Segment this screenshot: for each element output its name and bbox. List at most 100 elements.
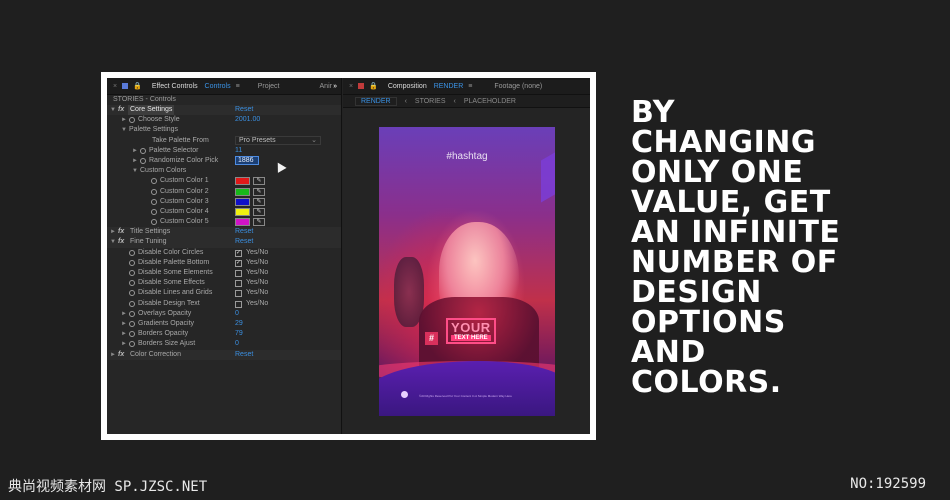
stopwatch-icon[interactable] [151, 178, 157, 185]
expand-arrow-icon[interactable]: ► [121, 339, 127, 349]
borders-opacity-value[interactable]: 79 [235, 329, 243, 339]
choose-style-row[interactable]: ► Choose Style 2001.00 [107, 115, 341, 125]
checkbox[interactable] [235, 290, 242, 298]
color-swatch[interactable] [235, 207, 250, 216]
gradients-opacity-row[interactable]: ► Gradients Opacity 29 [107, 319, 341, 329]
close-panel-icon[interactable]: × [349, 83, 353, 90]
checkbox-row[interactable]: Disable Palette Bottom ✓ Yes/No [107, 258, 341, 268]
palette-selector-row[interactable]: ► Palette Selector 11 [107, 146, 341, 156]
expand-arrow-icon[interactable]: ▼ [110, 237, 116, 247]
expand-arrow-icon[interactable]: ► [121, 309, 127, 319]
color-swatch[interactable] [235, 187, 250, 196]
palette-selector-value[interactable]: 11 [235, 146, 242, 156]
tab-footage[interactable]: Footage (none) [494, 83, 542, 90]
tab-animation[interactable]: Anir [320, 83, 332, 90]
title-settings-reset[interactable]: Reset [235, 227, 253, 237]
custom-color-row[interactable]: Custom Color 3 ✎ [107, 197, 341, 207]
borders-opacity-row[interactable]: ► Borders Opacity 79 [107, 329, 341, 339]
eyedropper-icon[interactable]: ✎ [253, 207, 265, 216]
expand-arrow-icon[interactable]: ▼ [121, 125, 127, 135]
lock-icon[interactable]: 🔒 [369, 82, 378, 90]
stopwatch-icon[interactable] [129, 270, 135, 276]
color-correction-row[interactable]: ► fx Color Correction Reset [107, 349, 341, 360]
gradients-opacity-value[interactable]: 29 [235, 319, 243, 329]
expand-arrow-icon[interactable]: ► [110, 350, 116, 360]
stopwatch-icon[interactable] [151, 198, 157, 205]
crumb-stories[interactable]: STORIES [415, 98, 446, 105]
custom-colors-row[interactable]: ▼ Custom Colors [107, 166, 341, 176]
choose-style-value[interactable]: 2001.00 [235, 115, 260, 125]
panel-menu-icon[interactable]: ≡ [468, 83, 472, 90]
tab-composition[interactable]: Composition RENDER [383, 83, 463, 90]
checkbox[interactable] [235, 270, 242, 277]
custom-color-row[interactable]: Custom Color 2 ✎ [107, 187, 341, 197]
color-correction-reset[interactable]: Reset [235, 350, 253, 360]
overlays-opacity-row[interactable]: ► Overlays Opacity 0 [107, 309, 341, 319]
stopwatch-icon[interactable] [151, 219, 157, 226]
title-settings-row[interactable]: ► fx Title Settings Reset [107, 227, 341, 238]
stopwatch-icon[interactable] [151, 208, 157, 215]
stopwatch-icon[interactable] [129, 249, 135, 256]
checkbox[interactable] [235, 300, 242, 308]
checkbox-row[interactable]: Disable Color Circles ✓ Yes/No [107, 248, 341, 258]
checkbox-row[interactable]: Disable Design Text Yes/No [107, 299, 341, 309]
eyedropper-icon[interactable]: ✎ [253, 197, 265, 206]
color-swatch[interactable] [235, 197, 250, 206]
expand-arrow-icon[interactable]: ► [110, 227, 116, 237]
randomize-color-row[interactable]: ► Randomize Color Pick 1886 [107, 155, 341, 166]
randomize-value-input[interactable]: 1886 [235, 155, 259, 165]
borders-size-value[interactable]: 0 [235, 339, 239, 349]
core-settings-row[interactable]: ▼ fx Core Settings Reset [107, 105, 341, 116]
composition-viewer[interactable]: #hashtag # YOUR TEXT HERE ©All Rights Re… [379, 127, 555, 416]
checkbox[interactable]: ✓ [235, 249, 242, 257]
crumb-placeholder[interactable]: PLACEHOLDER [464, 98, 516, 105]
stopwatch-icon[interactable] [140, 157, 146, 164]
checkbox[interactable] [235, 280, 242, 288]
expand-arrow-icon[interactable]: ► [132, 146, 138, 156]
overlays-opacity-value[interactable]: 0 [235, 309, 239, 319]
stopwatch-icon[interactable] [129, 290, 135, 297]
fx-icon[interactable]: fx [118, 227, 124, 237]
checkbox-row[interactable]: Disable Some Effects Yes/No [107, 278, 341, 288]
fx-icon[interactable]: fx [118, 237, 124, 247]
color-swatch[interactable] [235, 218, 250, 227]
color-swatch[interactable] [235, 177, 250, 186]
expand-arrow-icon[interactable]: ► [121, 115, 127, 125]
crumb-render[interactable]: RENDER [355, 96, 397, 106]
eyedropper-icon[interactable]: ✎ [253, 218, 265, 227]
expand-arrow-icon[interactable]: ▼ [110, 105, 116, 115]
stopwatch-icon[interactable] [129, 280, 135, 287]
stopwatch-icon[interactable] [129, 341, 135, 348]
fx-icon[interactable]: fx [118, 105, 124, 115]
panel-menu-icon[interactable]: ≡ [236, 83, 240, 90]
custom-color-row[interactable]: Custom Color 4 ✎ [107, 207, 341, 217]
stopwatch-icon[interactable] [129, 300, 135, 307]
core-settings-reset[interactable]: Reset [235, 105, 253, 115]
checkbox[interactable]: ✓ [235, 259, 242, 267]
stopwatch-icon[interactable] [129, 310, 135, 317]
custom-color-row[interactable]: Custom Color 1 ✎ [107, 176, 341, 186]
tab-effect-controls[interactable]: Effect Controls Controls [147, 83, 231, 90]
close-panel-icon[interactable]: × [113, 83, 117, 90]
stopwatch-icon[interactable] [129, 259, 135, 266]
take-palette-row[interactable]: Take Palette From Pro Presets ⌄ [107, 135, 341, 146]
tab-project[interactable]: Project [258, 83, 280, 90]
custom-color-row[interactable]: Custom Color 5 ✎ [107, 217, 341, 227]
borders-size-row[interactable]: ► Borders Size Ajust 0 [107, 339, 341, 349]
lock-icon[interactable]: 🔒 [133, 82, 142, 90]
expand-arrow-icon[interactable]: ► [121, 329, 127, 339]
fine-tuning-reset[interactable]: Reset [235, 237, 253, 247]
stopwatch-icon[interactable] [129, 320, 135, 327]
eyedropper-icon[interactable]: ✎ [253, 177, 265, 186]
stopwatch-icon[interactable] [129, 331, 135, 338]
take-palette-dropdown[interactable]: Pro Presets ⌄ [235, 135, 321, 145]
expand-arrow-icon[interactable]: ► [121, 319, 127, 329]
fine-tuning-row[interactable]: ▼ fx Fine Tuning Reset [107, 237, 341, 248]
expand-arrow-icon[interactable]: ► [132, 156, 138, 166]
expand-arrow-icon[interactable]: ▼ [132, 166, 138, 176]
stopwatch-icon[interactable] [129, 117, 135, 124]
fx-icon[interactable]: fx [118, 350, 124, 360]
checkbox-row[interactable]: Disable Some Elements Yes/No [107, 268, 341, 278]
stopwatch-icon[interactable] [151, 188, 157, 195]
eyedropper-icon[interactable]: ✎ [253, 187, 265, 196]
